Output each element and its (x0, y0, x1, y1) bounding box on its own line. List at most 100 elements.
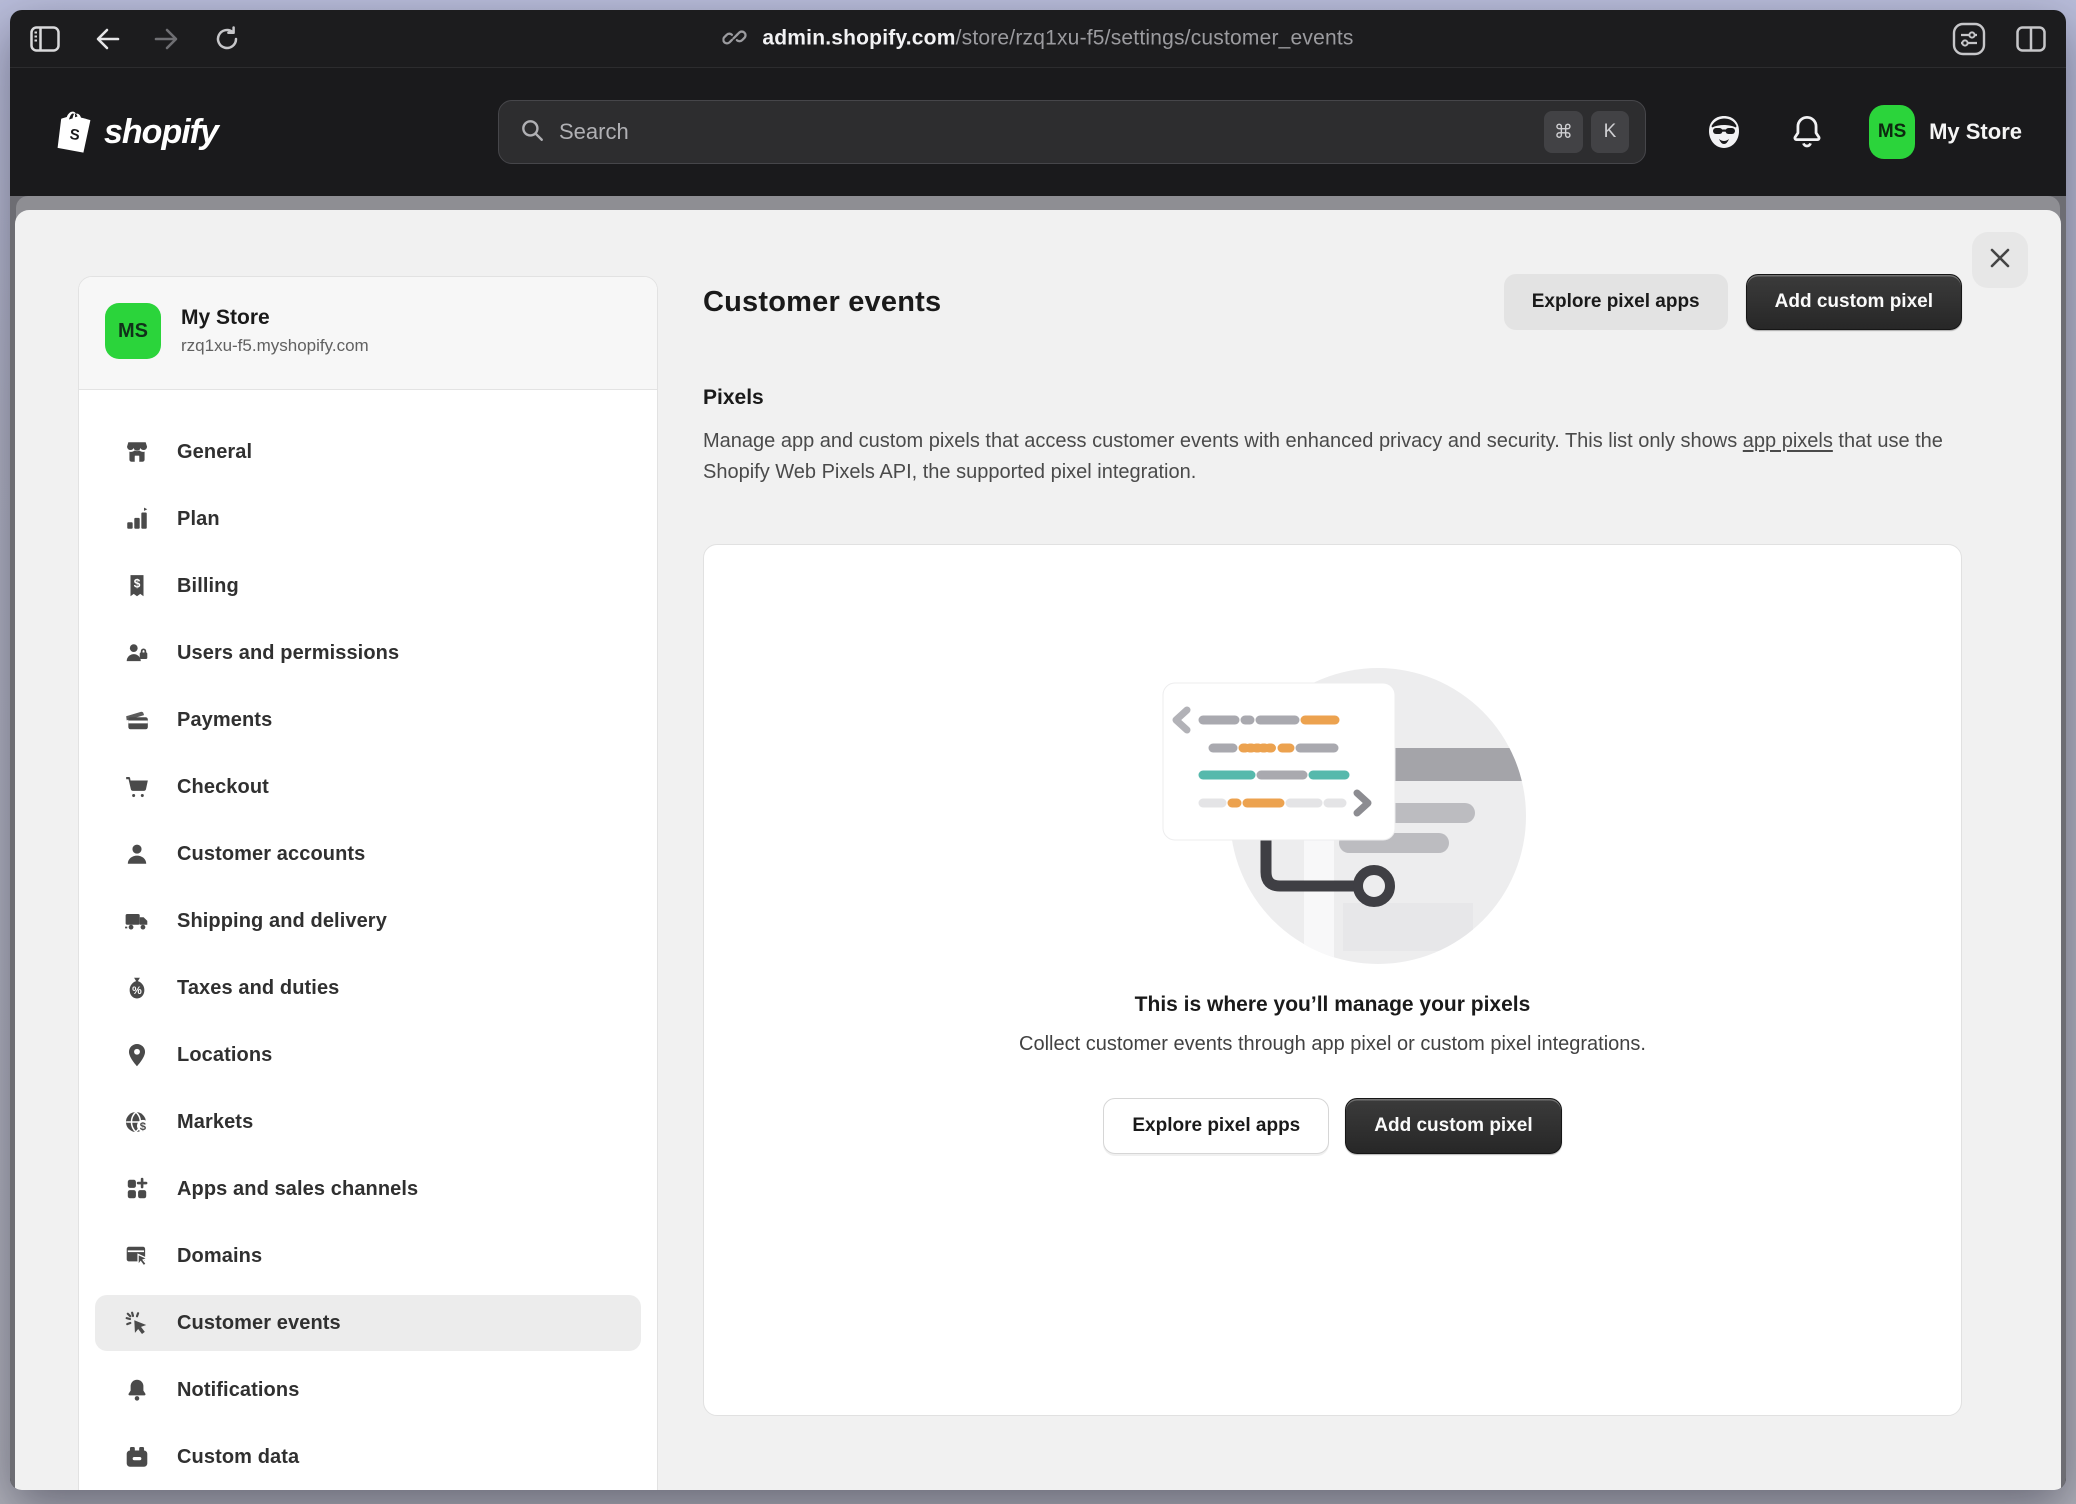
svg-text:$: $ (134, 577, 141, 591)
sidebar-item-label: Taxes and duties (177, 977, 339, 1000)
sidebar-item-checkout[interactable]: Checkout (95, 759, 641, 815)
search-shortcut: ⌘ K (1544, 111, 1629, 153)
sidekick-icon[interactable] (1703, 111, 1745, 153)
close-button[interactable] (1972, 232, 2028, 288)
empty-state-subtitle: Collect customer events through app pixe… (1019, 1033, 1646, 1056)
reload-icon[interactable] (214, 26, 240, 52)
sidebar-item-label: Customer events (177, 1312, 341, 1335)
sidebar-item-payments[interactable]: Payments (95, 692, 641, 748)
location-icon (123, 1041, 151, 1069)
sidebar-item-label: Locations (177, 1044, 272, 1067)
sidebar-item-label: General (177, 441, 252, 464)
split-view-icon[interactable] (2016, 26, 2046, 52)
sidebar-item-plan[interactable]: Plan (95, 491, 641, 547)
store-icon (123, 438, 151, 466)
markets-icon: $ (123, 1108, 151, 1136)
sidebar-item-domains[interactable]: Domains (95, 1228, 641, 1284)
sidebar-item-notifications[interactable]: Notifications (95, 1362, 641, 1418)
store-avatar: MS (1869, 105, 1915, 159)
domains-icon (123, 1242, 151, 1270)
close-icon (1988, 246, 2012, 275)
sidebar-item-label: Plan (177, 508, 220, 531)
sidebar-item-taxes-and-duties[interactable]: % Taxes and duties (95, 960, 641, 1016)
sidebar-item-label: Checkout (177, 776, 269, 799)
back-icon[interactable] (94, 27, 120, 51)
pixels-section-description: Manage app and custom pixels that access… (703, 426, 1943, 488)
app-pixels-link[interactable]: app pixels (1743, 430, 1833, 452)
admin-content: MS My Store rzq1xu-f5.myshopify.com Gene… (10, 196, 2066, 1490)
cmd-key: ⌘ (1544, 111, 1583, 153)
pixels-section-title: Pixels (703, 386, 1962, 410)
users-icon (123, 639, 151, 667)
sidebar-item-customer-events[interactable]: Customer events (95, 1295, 641, 1351)
sidebar-item-label: Users and permissions (177, 642, 399, 665)
browser-window: admin.shopify.com/store/rzq1xu-f5/settin… (10, 10, 2066, 1490)
settings-modal: MS My Store rzq1xu-f5.myshopify.com Gene… (15, 210, 2061, 1490)
page-title: Customer events (703, 286, 941, 319)
settings-main: Customer events Explore pixel apps Add c… (703, 210, 1962, 1416)
search-placeholder: Search (559, 119, 629, 145)
svg-text:S: S (69, 126, 81, 144)
account-menu[interactable]: MS My Store (1869, 105, 2022, 159)
apps-icon (123, 1175, 151, 1203)
customer-events-icon (123, 1309, 151, 1337)
screen: admin.shopify.com/store/rzq1xu-f5/settin… (0, 0, 2076, 1504)
sidebar-item-label: Notifications (177, 1379, 299, 1402)
settings-sidebar: MS My Store rzq1xu-f5.myshopify.com Gene… (78, 276, 658, 1490)
shopify-logo[interactable]: S shopify (54, 109, 218, 155)
address-bar[interactable]: admin.shopify.com/store/rzq1xu-f5/settin… (722, 23, 1353, 54)
sidebar-item-locations[interactable]: Locations (95, 1027, 641, 1083)
truck-icon (123, 907, 151, 935)
description-text-1: Manage app and custom pixels that access… (703, 430, 1743, 452)
sidebar-store-avatar: MS (105, 303, 161, 359)
sidebar-store-name: My Store (181, 306, 369, 330)
sidebar-toggle-icon[interactable] (30, 26, 60, 52)
billing-icon: $ (123, 572, 151, 600)
cart-icon (123, 773, 151, 801)
settings-nav: General Plan $ Billing Users and permissions… (79, 390, 657, 1490)
svg-text:%: % (132, 985, 142, 997)
add-custom-pixel-button[interactable]: Add custom pixel (1746, 274, 1962, 330)
sidebar-store-header: MS My Store rzq1xu-f5.myshopify.com (79, 277, 657, 390)
sidebar-item-markets[interactable]: $Markets (95, 1094, 641, 1150)
sidebar-item-label: Billing (177, 575, 239, 598)
sidebar-item-label: Apps and sales channels (177, 1178, 418, 1201)
pixels-illustration (1123, 653, 1543, 973)
sidebar-item-label: Payments (177, 709, 272, 732)
search-icon (519, 117, 545, 148)
search-input[interactable]: Search ⌘ K (498, 100, 1646, 164)
empty-state-title: This is where you’ll manage your pixels (1135, 993, 1531, 1017)
svg-text:$: $ (140, 1121, 147, 1133)
explore-pixel-apps-button-card[interactable]: Explore pixel apps (1103, 1098, 1329, 1154)
shopify-bag-icon: S (54, 109, 94, 155)
k-key: K (1591, 111, 1629, 153)
payments-icon (123, 706, 151, 734)
notifications-bell-icon[interactable] (1789, 113, 1825, 151)
add-custom-pixel-button-card[interactable]: Add custom pixel (1345, 1098, 1561, 1154)
sidebar-item-users-and-permissions[interactable]: Users and permissions (95, 625, 641, 681)
url-path: /store/rzq1xu-f5/settings/customer_event… (956, 27, 1354, 50)
custom-data-icon (123, 1443, 151, 1471)
sidebar-item-label: Custom data (177, 1446, 299, 1469)
sidebar-item-custom-data[interactable]: Custom data (95, 1429, 641, 1485)
shopify-wordmark: shopify (104, 113, 218, 152)
pixels-empty-card: This is where you’ll manage your pixels … (703, 544, 1962, 1416)
forward-icon[interactable] (154, 27, 180, 51)
bell-icon (123, 1376, 151, 1404)
sidebar-item-billing[interactable]: $ Billing (95, 558, 641, 614)
browser-toolbar: admin.shopify.com/store/rzq1xu-f5/settin… (10, 10, 2066, 68)
sidebar-item-apps-and-sales-channels[interactable]: Apps and sales channels (95, 1161, 641, 1217)
sidebar-item-label: Domains (177, 1245, 262, 1268)
sidebar-item-label: Shipping and delivery (177, 910, 387, 933)
explore-pixel-apps-button[interactable]: Explore pixel apps (1504, 274, 1728, 330)
link-icon (722, 23, 748, 54)
person-icon (123, 840, 151, 868)
sidebar-item-label: Customer accounts (177, 843, 365, 866)
sidebar-item-general[interactable]: General (95, 424, 641, 480)
extensions-icon[interactable] (1952, 22, 1986, 56)
sidebar-item-customer-accounts[interactable]: Customer accounts (95, 826, 641, 882)
sidebar-item-shipping-and-delivery[interactable]: Shipping and delivery (95, 893, 641, 949)
plan-icon (123, 505, 151, 533)
tax-icon: % (123, 974, 151, 1002)
url-host: admin.shopify.com (762, 27, 955, 50)
